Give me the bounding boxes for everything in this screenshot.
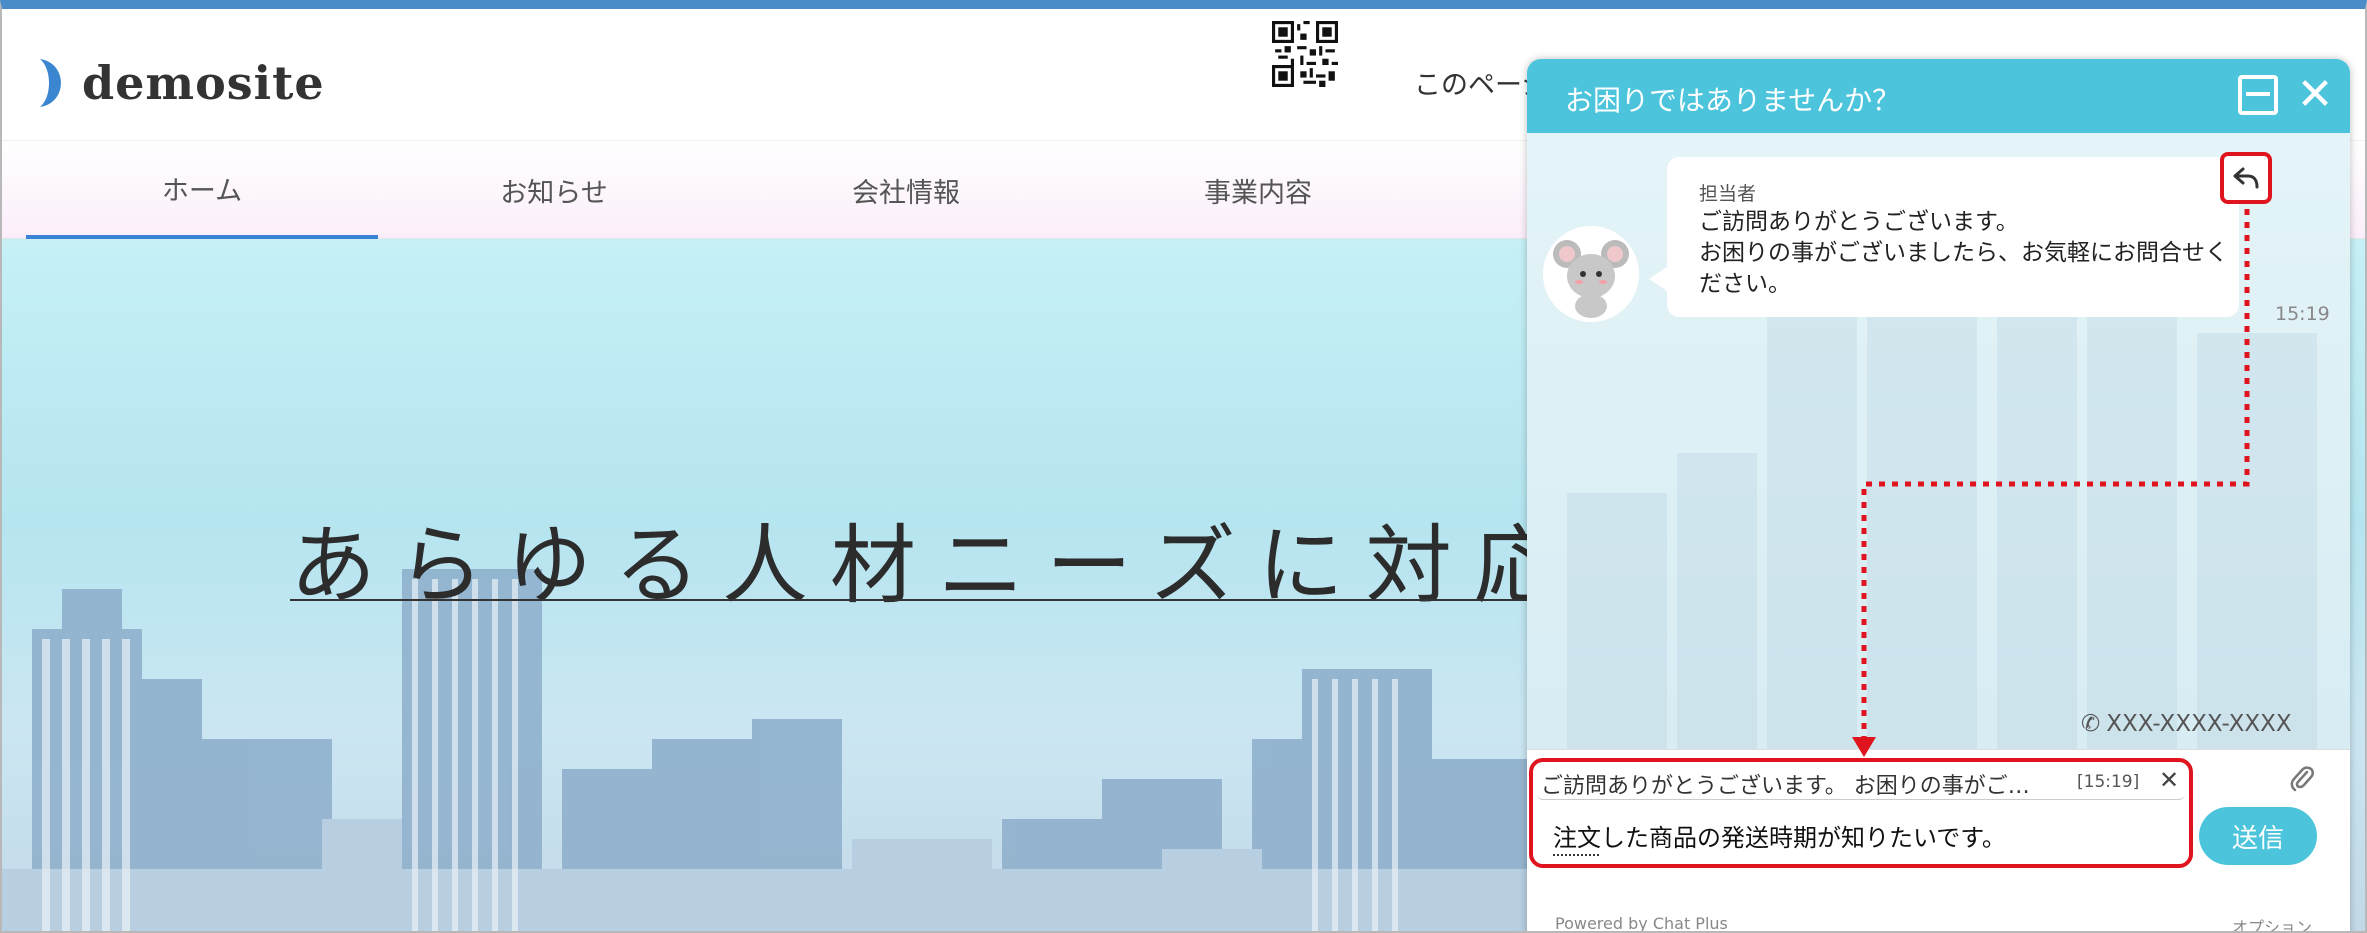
phone-icon: ✆	[2081, 711, 2101, 737]
hero-title: あらゆる人材ニーズに対応	[290, 516, 1582, 616]
message-input[interactable]: ご訪問ありがとうございます。 お困りの事がご… [15:19] ✕ 注文した商品…	[1529, 758, 2193, 868]
message-sender: 担当者	[1699, 183, 1757, 205]
qr-code-icon	[1272, 21, 1338, 87]
logo-mark-icon	[40, 59, 61, 107]
send-button[interactable]: 送信	[2199, 807, 2317, 865]
phone-contact[interactable]: ✆ XXX-XXXX-XXXX	[2081, 711, 2292, 737]
close-icon[interactable]: ✕	[2293, 73, 2337, 117]
nav-item-news[interactable]: お知らせ	[378, 141, 730, 240]
input-text[interactable]: 注文した商品の発送時期が知りたいです。	[1553, 818, 2006, 853]
phone-number: XXX-XXXX-XXXX	[2106, 711, 2292, 737]
nav-item-business[interactable]: 事業内容	[1082, 141, 1434, 240]
quote-time: [15:19]	[2077, 772, 2140, 792]
reply-quote: ご訪問ありがとうございます。 お困りの事がご… [15:19] ✕	[1537, 766, 2185, 800]
quote-text: ご訪問ありがとうございます。 お困りの事がご…	[1541, 774, 2030, 799]
chat-body[interactable]: 担当者 ご訪問ありがとうございます。 お困りの事がございましたら、お気軽にお問合…	[1527, 133, 2350, 749]
message-time: 15:19	[2275, 303, 2330, 325]
chat-title: お困りではありませんか？	[1565, 84, 1901, 117]
reply-icon[interactable]	[2220, 152, 2272, 204]
message-text: ご訪問ありがとうございます。 お困りの事がございましたら、お気軽にお問合せくださ…	[1699, 209, 2228, 297]
agent-avatar	[1543, 226, 1639, 322]
logo-text: demosite	[82, 56, 325, 110]
browser-frame: demosite このページは………… ホーム お知らせ 会社情報 事業内容 お…	[0, 0, 2367, 933]
chat-widget: お困りではありませんか？ ✕ 担当者 ご訪問ありがとうございます。 お困りの事が…	[1527, 59, 2350, 933]
option-link[interactable]: オプション	[2232, 914, 2312, 931]
chat-header: お困りではありませんか？ ✕	[1527, 59, 2350, 133]
site-logo[interactable]: demosite	[38, 53, 325, 113]
ime-underline	[1553, 854, 1599, 856]
nav-item-home[interactable]: ホーム	[26, 141, 378, 240]
nav-item-company[interactable]: 会社情報	[730, 141, 1082, 240]
minimize-icon[interactable]	[2238, 75, 2278, 115]
powered-by-label: Powered by Chat Plus	[1555, 914, 1728, 933]
attach-icon[interactable]	[2289, 764, 2315, 801]
chat-message-bubble: 担当者 ご訪問ありがとうございます。 お困りの事がございましたら、お気軽にお問合…	[1649, 157, 2239, 317]
chat-input-area: ご訪問ありがとうございます。 お困りの事がご… [15:19] ✕ 注文した商品…	[1527, 749, 2350, 933]
hero-underline	[290, 599, 1530, 601]
quote-close-icon[interactable]: ✕	[2159, 766, 2179, 794]
reply-arrow-icon	[2233, 167, 2259, 189]
